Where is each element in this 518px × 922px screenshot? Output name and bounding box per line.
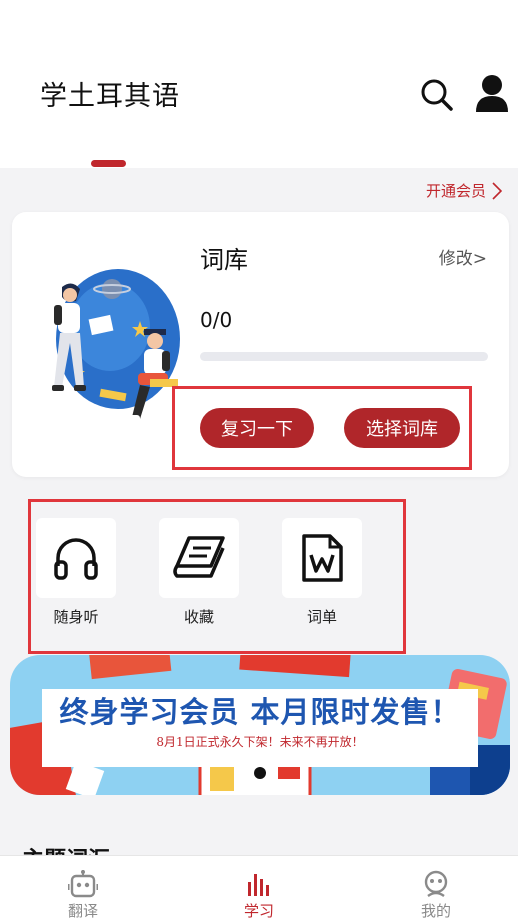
header: 学土耳其语 bbox=[0, 0, 518, 168]
headphones-icon bbox=[54, 538, 98, 580]
vocab-card-title: 词库 bbox=[200, 246, 248, 274]
nav-item-mine[interactable]: 我的 bbox=[396, 870, 476, 921]
user-icon[interactable] bbox=[474, 74, 510, 112]
feature-label: 词单 bbox=[306, 608, 337, 626]
banner-subtext: 8月1日正式永久下架！未来不再开放！ bbox=[156, 735, 364, 749]
students-illustration bbox=[52, 269, 180, 423]
nav-item-translate[interactable]: 翻译 bbox=[43, 870, 123, 921]
app-title: 学土耳其语 bbox=[40, 81, 180, 112]
tab-indicator bbox=[91, 160, 126, 167]
feature-wordlist[interactable]: 词单 bbox=[281, 518, 363, 627]
bottom-nav: 翻译 学习 我的 bbox=[0, 855, 518, 922]
search-icon[interactable] bbox=[420, 78, 454, 112]
nav-label-mine: 我的 bbox=[420, 902, 451, 920]
chevron-right-icon bbox=[492, 181, 502, 200]
highlight-box-buttons bbox=[172, 386, 472, 470]
banner-headline: 终身学习会员 本月限时发售！ bbox=[59, 695, 461, 729]
face-icon bbox=[424, 870, 448, 897]
feature-icon-box bbox=[159, 518, 239, 598]
progress-text: 0/0 bbox=[200, 308, 233, 332]
nav-item-study[interactable]: 学习 bbox=[219, 870, 299, 921]
feature-icon-box bbox=[282, 518, 362, 598]
bars-icon bbox=[248, 874, 269, 896]
book-icon bbox=[173, 536, 225, 578]
feature-label: 随身听 bbox=[53, 608, 99, 626]
nav-label-study: 学习 bbox=[243, 902, 274, 920]
feature-favorites[interactable]: 收藏 bbox=[158, 518, 240, 627]
feature-label: 收藏 bbox=[183, 608, 214, 626]
edit-vocab-link[interactable]: 修改> bbox=[439, 244, 487, 269]
progress-bar bbox=[200, 352, 488, 361]
robot-icon bbox=[68, 870, 98, 898]
promo-banner[interactable]: 终身学习会员 本月限时发售！ 8月1日正式永久下架！未来不再开放！ bbox=[10, 655, 510, 795]
word-document-icon bbox=[302, 534, 343, 582]
open-vip-label: 开通会员 bbox=[425, 182, 486, 200]
nav-label-translate: 翻译 bbox=[67, 902, 98, 920]
open-vip-link[interactable]: 开通会员 bbox=[426, 180, 502, 201]
feature-icon-box bbox=[36, 518, 116, 598]
feature-listen[interactable]: 随身听 bbox=[35, 518, 117, 627]
